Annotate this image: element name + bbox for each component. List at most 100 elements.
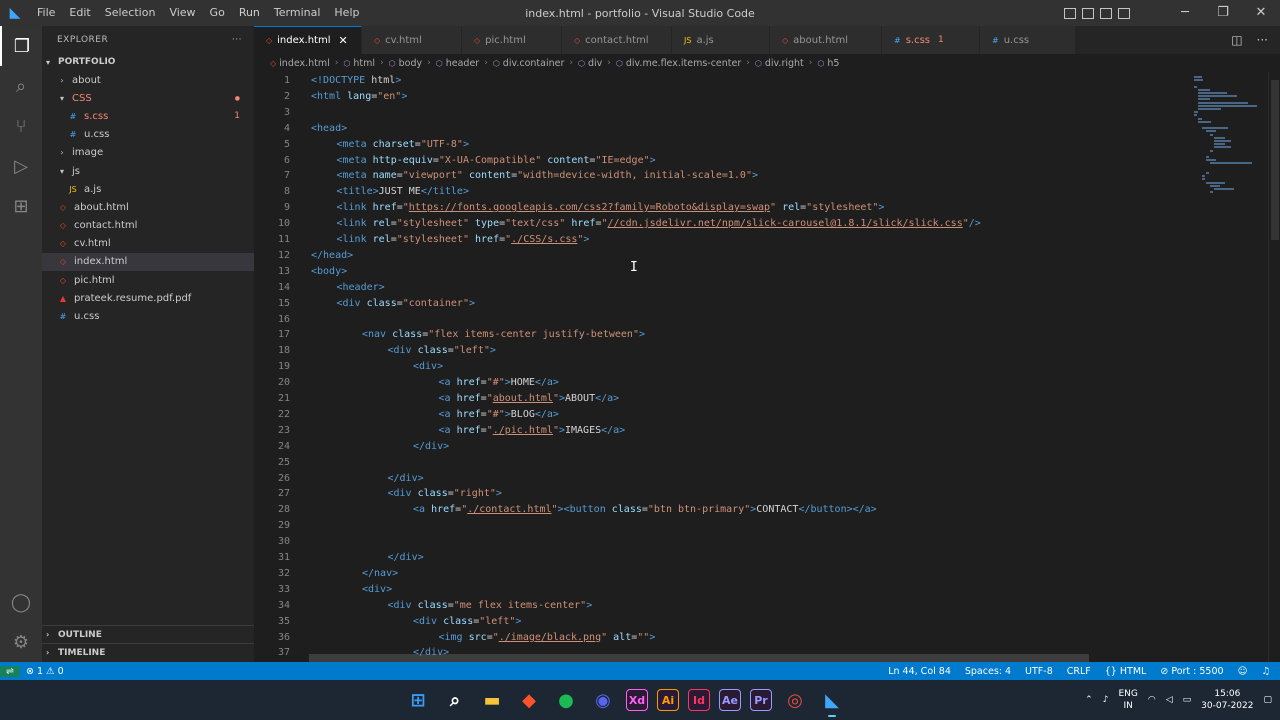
minimap[interactable] — [1192, 72, 1268, 242]
file-a-js[interactable]: JS a.js — [42, 180, 254, 198]
cursor-position[interactable]: Ln 44, Col 84 — [888, 666, 951, 677]
start-icon[interactable]: ⊞ — [404, 686, 432, 714]
menu-view[interactable]: View — [162, 0, 202, 26]
adobe-xd-icon[interactable]: Xd — [626, 689, 648, 711]
code-line[interactable]: 27 <div class="right"> — [254, 486, 1254, 502]
tab-contact-html[interactable]: ◇ contact.html — [562, 26, 672, 54]
code-line[interactable]: 34 <div class="me flex items-center"> — [254, 598, 1254, 614]
file-s-css[interactable]: # s.css 1 — [42, 107, 254, 125]
notifications-bell-icon[interactable]: ♫ — [1261, 666, 1270, 677]
wifi-icon[interactable]: ◠ — [1148, 695, 1156, 705]
code-line[interactable]: 2 <html lang="en"> — [254, 89, 1254, 105]
workspace-root[interactable]: ▾ PORTFOLIO — [42, 53, 254, 71]
problems-indicator[interactable]: ⊗ 1 ⚠ 0 — [26, 666, 64, 677]
microphone-icon[interactable]: ♪ — [1103, 695, 1109, 705]
live-server-port[interactable]: ⊘ Port : 5500 — [1160, 666, 1223, 677]
tab-about-html[interactable]: ◇ about.html — [770, 26, 882, 54]
code-line[interactable]: 1 <!DOCTYPE html> — [254, 73, 1254, 89]
code-line[interactable]: 24 </div> — [254, 439, 1254, 455]
maximize-button[interactable]: ❐ — [1204, 0, 1242, 26]
tab-index-html[interactable]: ◇ index.html ✕ — [254, 26, 362, 54]
code-line[interactable]: 12 </head> — [254, 248, 1254, 264]
toggle-panel-icon[interactable] — [1082, 7, 1094, 19]
code-line[interactable]: 6 <meta http-equiv="X-UA-Compatible" cont… — [254, 153, 1254, 169]
file-about-html[interactable]: ◇ about.html — [42, 198, 254, 216]
code-line[interactable]: 31 </div> — [254, 550, 1254, 566]
code-line[interactable]: 28 <a href="./contact.html"><button class… — [254, 502, 1254, 518]
code-line[interactable]: 3 — [254, 105, 1254, 121]
brave-icon[interactable]: ◆ — [515, 686, 543, 714]
code-line[interactable]: 23 <a href="./pic.html">IMAGES</a> — [254, 423, 1254, 439]
more-actions-icon[interactable]: ··· — [1257, 33, 1268, 47]
file-cv-html[interactable]: ◇ cv.html — [42, 235, 254, 253]
encoding[interactable]: UTF-8 — [1025, 666, 1053, 677]
explorer-icon[interactable]: ❐ — [0, 26, 42, 66]
code-line[interactable]: 17 <nav class="flex items-center justify-… — [254, 327, 1254, 343]
horizontal-scrollbar[interactable] — [309, 654, 1089, 662]
scrollbar-thumb[interactable] — [1271, 80, 1279, 240]
clock[interactable]: 15:06 30-07-2022 — [1201, 688, 1253, 712]
close-tab-icon[interactable]: ✕ — [338, 34, 347, 47]
tab-a-js[interactable]: JS a.js — [672, 26, 770, 54]
code-line[interactable]: 29 — [254, 518, 1254, 534]
spotify-icon[interactable]: ● — [552, 686, 580, 714]
code-line[interactable]: 14 <header> — [254, 280, 1254, 296]
menu-selection[interactable]: Selection — [98, 0, 163, 26]
code-line[interactable]: 7 <meta name="viewport" content="width=de… — [254, 168, 1254, 184]
folder-js[interactable]: ▾ js — [42, 162, 254, 180]
outline-section[interactable]: › OUTLINE — [42, 625, 254, 643]
breadcrumb-item[interactable]: ⬡ div — [578, 58, 602, 69]
folder-about[interactable]: › about — [42, 71, 254, 89]
code-line[interactable]: 22 <a href="#">BLOG</a> — [254, 407, 1254, 423]
code-line[interactable]: 30 — [254, 534, 1254, 550]
code-line[interactable]: 4 <head> — [254, 121, 1254, 137]
search-icon[interactable]: ⌕ — [0, 66, 42, 106]
breadcrumb-item[interactable]: ◇ index.html — [270, 58, 330, 69]
discord-icon[interactable]: ◉ — [589, 686, 617, 714]
close-window-button[interactable]: ✕ — [1242, 0, 1280, 26]
tab-s-css[interactable]: # s.css 1 — [882, 26, 980, 54]
menu-file[interactable]: File — [30, 0, 62, 26]
code-line[interactable]: 33 <div> — [254, 582, 1254, 598]
minimize-button[interactable]: ─ — [1166, 0, 1204, 26]
account-icon[interactable]: ◯ — [0, 582, 42, 622]
file-contact-html[interactable]: ◇ contact.html — [42, 217, 254, 235]
notification-center-icon[interactable]: ▢ — [1263, 695, 1272, 705]
breadcrumb-item[interactable]: ⬡ div.right — [755, 58, 804, 69]
breadcrumb-item[interactable]: ⬡ header — [436, 58, 479, 69]
menu-run[interactable]: Run — [232, 0, 267, 26]
run-debug-icon[interactable]: ▷ — [0, 146, 42, 186]
adobe-illustrator-icon[interactable]: Ai — [657, 689, 679, 711]
feedback-icon[interactable]: ☺ — [1238, 666, 1248, 677]
code-line[interactable]: 11 <link rel="stylesheet" href="./CSS/s.c… — [254, 232, 1254, 248]
code-line[interactable]: 32 </nav> — [254, 566, 1254, 582]
source-control-icon[interactable]: ⑂ — [0, 106, 42, 146]
code-line[interactable]: 25 — [254, 455, 1254, 471]
code-area[interactable]: 1 <!DOCTYPE html> 2 <html lang="en"> 3 4 <head… — [254, 72, 1184, 662]
menu-terminal[interactable]: Terminal — [267, 0, 328, 26]
toggle-secondary-sidebar-icon[interactable] — [1100, 7, 1112, 19]
code-line[interactable]: 5 <meta charset="UTF-8"> — [254, 137, 1254, 153]
code-line[interactable]: 20 <a href="#">HOME</a> — [254, 375, 1254, 391]
menu-help[interactable]: Help — [327, 0, 366, 26]
code-line[interactable]: 9 <link href="https://fonts.googleapis.co… — [254, 200, 1254, 216]
menu-edit[interactable]: Edit — [62, 0, 97, 26]
tab-u-css[interactable]: # u.css — [980, 26, 1076, 54]
code-line[interactable]: 10 <link rel="stylesheet" type="text/css"… — [254, 216, 1254, 232]
folder-image[interactable]: › image — [42, 144, 254, 162]
tray-overflow-chevron-up-icon[interactable]: ⌃ — [1085, 695, 1093, 705]
file-u-css[interactable]: # u.css — [42, 126, 254, 144]
code-line[interactable]: 15 <div class="container"> — [254, 296, 1254, 312]
volume-icon[interactable]: ◁ — [1166, 695, 1173, 705]
premiere-pro-icon[interactable]: Pr — [750, 689, 772, 711]
code-line[interactable]: 21 <a href="about.html">ABOUT</a> — [254, 391, 1254, 407]
line-endings[interactable]: CRLF — [1067, 666, 1091, 677]
settings-gear-icon[interactable]: ⚙ — [0, 622, 42, 662]
timeline-section[interactable]: › TIMELINE — [42, 643, 254, 661]
search-icon[interactable]: ⌕ — [441, 686, 469, 714]
code-editor[interactable]: 1 <!DOCTYPE html> 2 <html lang="en"> 3 4 <head… — [254, 72, 1280, 662]
code-line[interactable]: 13 <body> — [254, 264, 1254, 280]
breadcrumb-item[interactable]: ⬡ html — [343, 58, 375, 69]
file-explorer-icon[interactable]: ▬ — [478, 686, 506, 714]
customize-layout-icon[interactable] — [1118, 7, 1130, 19]
